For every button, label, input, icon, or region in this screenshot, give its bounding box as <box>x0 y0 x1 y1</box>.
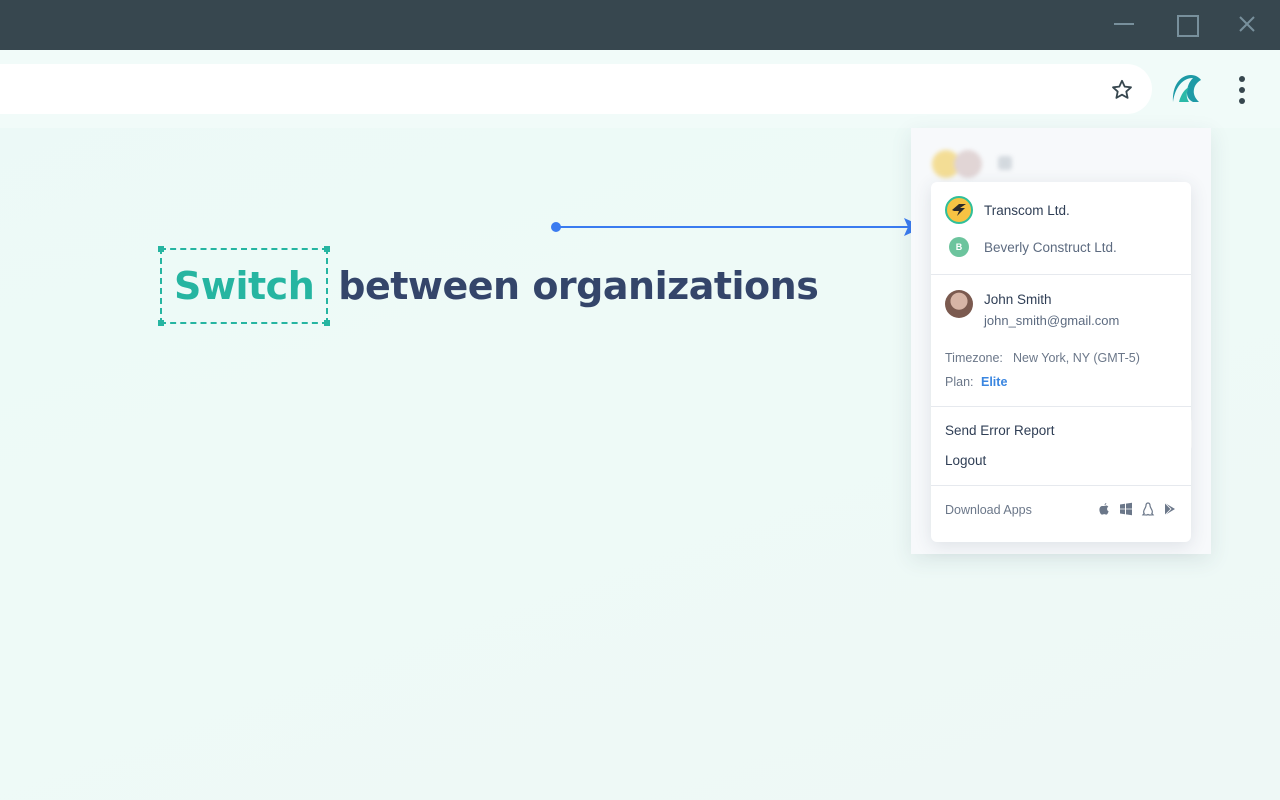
headline-highlight: Switch <box>174 264 315 308</box>
linux-icon[interactable] <box>1141 502 1155 516</box>
bookmark-star-icon[interactable] <box>1110 78 1134 102</box>
headline-highlight-box: Switch <box>158 246 331 326</box>
maximize-icon[interactable] <box>1174 12 1199 37</box>
org-item-transcom[interactable]: Transcom Ltd. <box>945 196 1070 224</box>
logout-button[interactable]: Logout <box>945 453 986 468</box>
user-email: john_smith@gmail.com <box>984 313 1120 328</box>
download-apps-label: Download Apps <box>945 503 1032 517</box>
plan-label: Plan: <box>945 375 974 389</box>
close-icon[interactable] <box>1235 12 1259 36</box>
user-name: John Smith <box>984 292 1052 307</box>
headline: Switch between organizations <box>158 246 819 326</box>
timezone-label: Timezone: <box>945 351 1003 365</box>
plan-value[interactable]: Elite <box>981 375 1007 389</box>
pointer-arrow <box>551 218 924 236</box>
send-error-report-button[interactable]: Send Error Report <box>945 423 1055 438</box>
window-titlebar <box>0 0 1280 50</box>
org-initial-badge: B <box>949 237 969 257</box>
google-play-icon[interactable] <box>1163 502 1177 516</box>
browser-toolbar <box>0 50 1280 128</box>
headline-text: between organizations <box>338 264 819 308</box>
address-bar[interactable] <box>0 64 1152 114</box>
org-name: Transcom Ltd. <box>984 202 1070 218</box>
user-avatar <box>945 290 973 318</box>
browser-menu-icon[interactable] <box>1232 74 1252 106</box>
blurred-header-avatars <box>932 148 1022 178</box>
windows-icon[interactable] <box>1119 502 1133 516</box>
extension-logo-icon[interactable] <box>1169 73 1203 107</box>
org-item-beverly[interactable]: B Beverly Construct Ltd. <box>945 233 1117 261</box>
transcom-logo-icon <box>945 196 973 224</box>
minimize-icon[interactable] <box>1112 12 1136 36</box>
account-dropdown: Transcom Ltd. B Beverly Construct Ltd. J… <box>931 182 1191 542</box>
timezone-value: New York, NY (GMT-5) <box>1013 351 1140 365</box>
download-apps-icons <box>1097 502 1177 516</box>
apple-icon[interactable] <box>1097 502 1111 516</box>
org-name: Beverly Construct Ltd. <box>984 239 1117 255</box>
